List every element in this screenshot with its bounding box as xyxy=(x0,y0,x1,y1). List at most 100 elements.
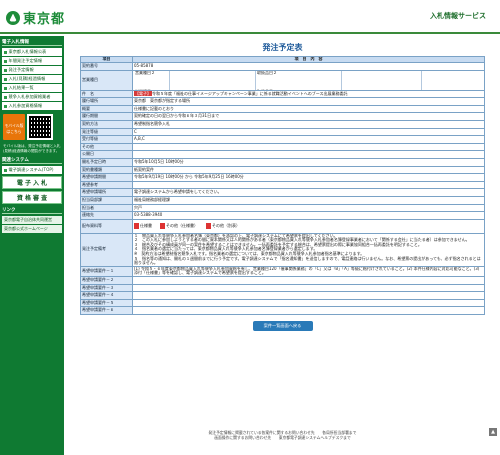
row-label: 履行期間 xyxy=(80,112,133,121)
row-value xyxy=(132,306,485,315)
row-label: 履行場所 xyxy=(80,97,133,106)
sidebar-section-title: 電子入札情報 xyxy=(2,39,62,46)
table-row: 配布資料等 仕様書 その他（仕様書） その他（別表） xyxy=(80,218,485,234)
sidebar-item[interactable]: 入札結果一覧 xyxy=(2,84,62,92)
row-value: 契約確定の日の翌日から令和６年３月31日まで xyxy=(132,112,485,121)
document-link-spec[interactable]: 仕様書 xyxy=(134,223,152,230)
row-value: 電子調達システムから希望申請をしてください。 xyxy=(132,188,485,197)
row-label: 希望申請要件－２ xyxy=(80,276,133,285)
row-label: 概要 xyxy=(80,104,133,114)
table-row: 概要 仕様書に記載のとおり xyxy=(80,104,485,114)
row-value: 仕様書 その他（仕様書） その他（別表） xyxy=(132,218,485,234)
sidebar-item[interactable]: 年間発注予定情報 xyxy=(2,57,62,65)
sidebar-item-label: 入札結果一覧 xyxy=(8,85,34,90)
row-value: C xyxy=(132,127,485,137)
bullet-icon xyxy=(4,77,7,81)
sidebar: 電子入札情報 東京都入札情報公表 年間発注予定情報 発注予定情報 入札(見積)経… xyxy=(0,36,64,455)
row-value-text: 希望制指名競争入札 xyxy=(134,120,170,126)
sidebar-item-label: 入札(見積)経過情報 xyxy=(8,76,46,81)
row-value-text: 令和5年9月19日 10時00分 から 令和5年9月25日 16時00分 xyxy=(134,174,244,180)
row-value: 東京都 東京都が指定する場所 xyxy=(132,97,485,106)
row-value: 【電子】令和５年度「福祉の仕事イメージアップキャンペーン事業」に係る就職活動イベ… xyxy=(132,89,485,99)
sidebar-item[interactable]: 競争入札参加資格業者 xyxy=(2,93,62,101)
document-label: 仕様書 xyxy=(140,223,152,229)
qr-code-icon xyxy=(27,114,53,140)
sidebar-item-label: 年間発注予定情報 xyxy=(8,58,43,63)
sidebar-item[interactable]: 東京都入札情報公表 xyxy=(2,48,62,56)
table-row: 発注予定備考 １ 物品買入れ等競争入札参加者名簿（東京都）を承認の上、電子調達シス… xyxy=(80,232,485,267)
sidebar-item[interactable]: 発注予定情報 xyxy=(2,66,62,74)
table-row: その他 xyxy=(80,142,485,152)
table-row: 担当者 宍戸 xyxy=(80,203,485,213)
row-value: 宍戸 xyxy=(132,203,485,213)
table-row: 希望申請場所 電子調達システムから希望申請をしてください。 xyxy=(80,188,485,197)
business-type-row: 営業種目２ 取扱品目２ xyxy=(134,71,483,90)
document-link-table[interactable]: その他（別表） xyxy=(206,223,240,230)
sidebar-item[interactable]: 入札(見積)経過情報 xyxy=(2,75,62,83)
row-value-text: 03-5388-3940 xyxy=(134,212,163,218)
pdf-icon xyxy=(160,223,165,230)
electronic-tag: 【電子】 xyxy=(134,90,152,96)
sidebar-link-qualification[interactable]: 資 格 審 査 xyxy=(2,191,62,205)
table-row: 契約方法 希望制指名競争入札 xyxy=(80,119,485,129)
sidebar-item[interactable]: 入札参加資格情報 xyxy=(2,102,62,110)
row-label: 発注等級 xyxy=(80,127,133,137)
row-label: 受付等級 xyxy=(80,135,133,144)
footer: 発注予定情報に掲載されている各案件に関するお問い合わせ先 各局所担当部署まで 画… xyxy=(80,430,485,440)
row-value xyxy=(132,276,485,285)
sidebar-ext-link[interactable]: 東京都公式ホームページ xyxy=(2,225,62,234)
row-label: 契約番号 xyxy=(80,62,133,71)
bullet-icon xyxy=(4,104,7,108)
table-row: 希望申請要件－３ xyxy=(80,283,485,293)
row-value: (1) 令和５・６年度東京都物品買入れ等競争入札参加資格を有し、営業種目120「… xyxy=(132,265,485,278)
row-value-text: 仕様書に記載のとおり xyxy=(134,105,174,111)
table-row: 希望申請要件－２ xyxy=(80,276,485,285)
footer-line: 画面操作に関するお問い合わせ先 東京都電子調達システムヘルプデスクまで xyxy=(214,435,351,440)
row-label: 希望申請要件－３ xyxy=(80,283,133,293)
pdf-icon xyxy=(134,223,139,230)
tokyo-logo[interactable]: 東京都 xyxy=(6,8,65,27)
table-row: 希望申請要件－４ xyxy=(80,291,485,300)
row-label: 希望申請要件－４ xyxy=(80,291,133,300)
table-row: 契約番号 05-85878 xyxy=(80,62,485,71)
table-row: 開札予定日時 令和5年10月5日 10時00分 xyxy=(80,157,485,167)
order-schedule-table: 項目 項 目 内 容 契約番号05-85878営業種目営業種目１120 催事関係… xyxy=(80,56,485,315)
row-value: 希望制指名競争入札 xyxy=(132,119,485,129)
table-row: 公開日 xyxy=(80,150,485,159)
row-value-text: 宍戸 xyxy=(134,204,142,210)
bullet-icon xyxy=(4,50,7,54)
row-value: A,B,C xyxy=(132,135,485,144)
sidebar-ext-link[interactable]: 東京都電子自治体共同運営 xyxy=(2,216,62,225)
mobile-note: モバイル版は、発注予定情報と入札(見積)経過情報の閲覧ができます。 xyxy=(3,144,61,153)
mobile-button[interactable]: モバイル版はこちら xyxy=(3,114,25,140)
row-value: 令和5年9月19日 10時00分 から 令和5年9月25日 16時00分 xyxy=(132,173,485,182)
table-row: 履行場所 東京都 東京都が指定する場所 xyxy=(80,97,485,106)
note-line: ５ 指名等の通知は、開札の１週間前までに行う予定です。電子調達システムで「指名通… xyxy=(134,255,481,266)
business-type-cell xyxy=(342,71,422,90)
sidebar-link-eprocurement[interactable]: 電子調達システム(TOP) xyxy=(2,166,62,175)
sidebar-link-ebidding[interactable]: 電 子 入 札 xyxy=(2,176,62,190)
row-label: 担当者 xyxy=(80,203,133,213)
row-label: 連絡先 xyxy=(80,211,133,220)
row-label: 希望申請期間 xyxy=(80,173,133,182)
row-value-text: 福祉局総務部経理課 xyxy=(134,196,170,202)
service-title: 入札情報サービス xyxy=(430,12,486,20)
bullet-icon xyxy=(4,86,7,90)
row-value-text: 紙契約案件 xyxy=(134,166,154,172)
bullet-icon xyxy=(4,95,7,99)
row-label: 件 名 xyxy=(80,89,133,99)
sidebar-item-label: 発注予定情報 xyxy=(8,67,34,72)
row-label: 希望参考 xyxy=(80,180,133,190)
sidebar-item-label: 東京都入札情報公表 xyxy=(8,49,47,54)
row-label: 希望申請場所 xyxy=(80,188,133,197)
document-link-other[interactable]: その他（仕様書） xyxy=(160,223,198,230)
back-to-list-button[interactable]: 案件一覧画面へ戻る xyxy=(252,321,313,331)
table-row: 希望申請要件－６ xyxy=(80,306,485,315)
row-value xyxy=(132,180,485,190)
row-value-text: 05-85878 xyxy=(134,63,154,68)
table-row: 希望申請要件－１ (1) 令和５・６年度東京都物品買入れ等競争入札参加資格を有し、… xyxy=(80,265,485,278)
document-label: その他（仕様書） xyxy=(166,223,198,229)
scroll-top-icon[interactable]: ▲ xyxy=(489,428,497,436)
row-label: 希望申請要件－５ xyxy=(80,298,133,308)
sidebar-link-label: 電子調達システム(TOP) xyxy=(8,167,54,173)
